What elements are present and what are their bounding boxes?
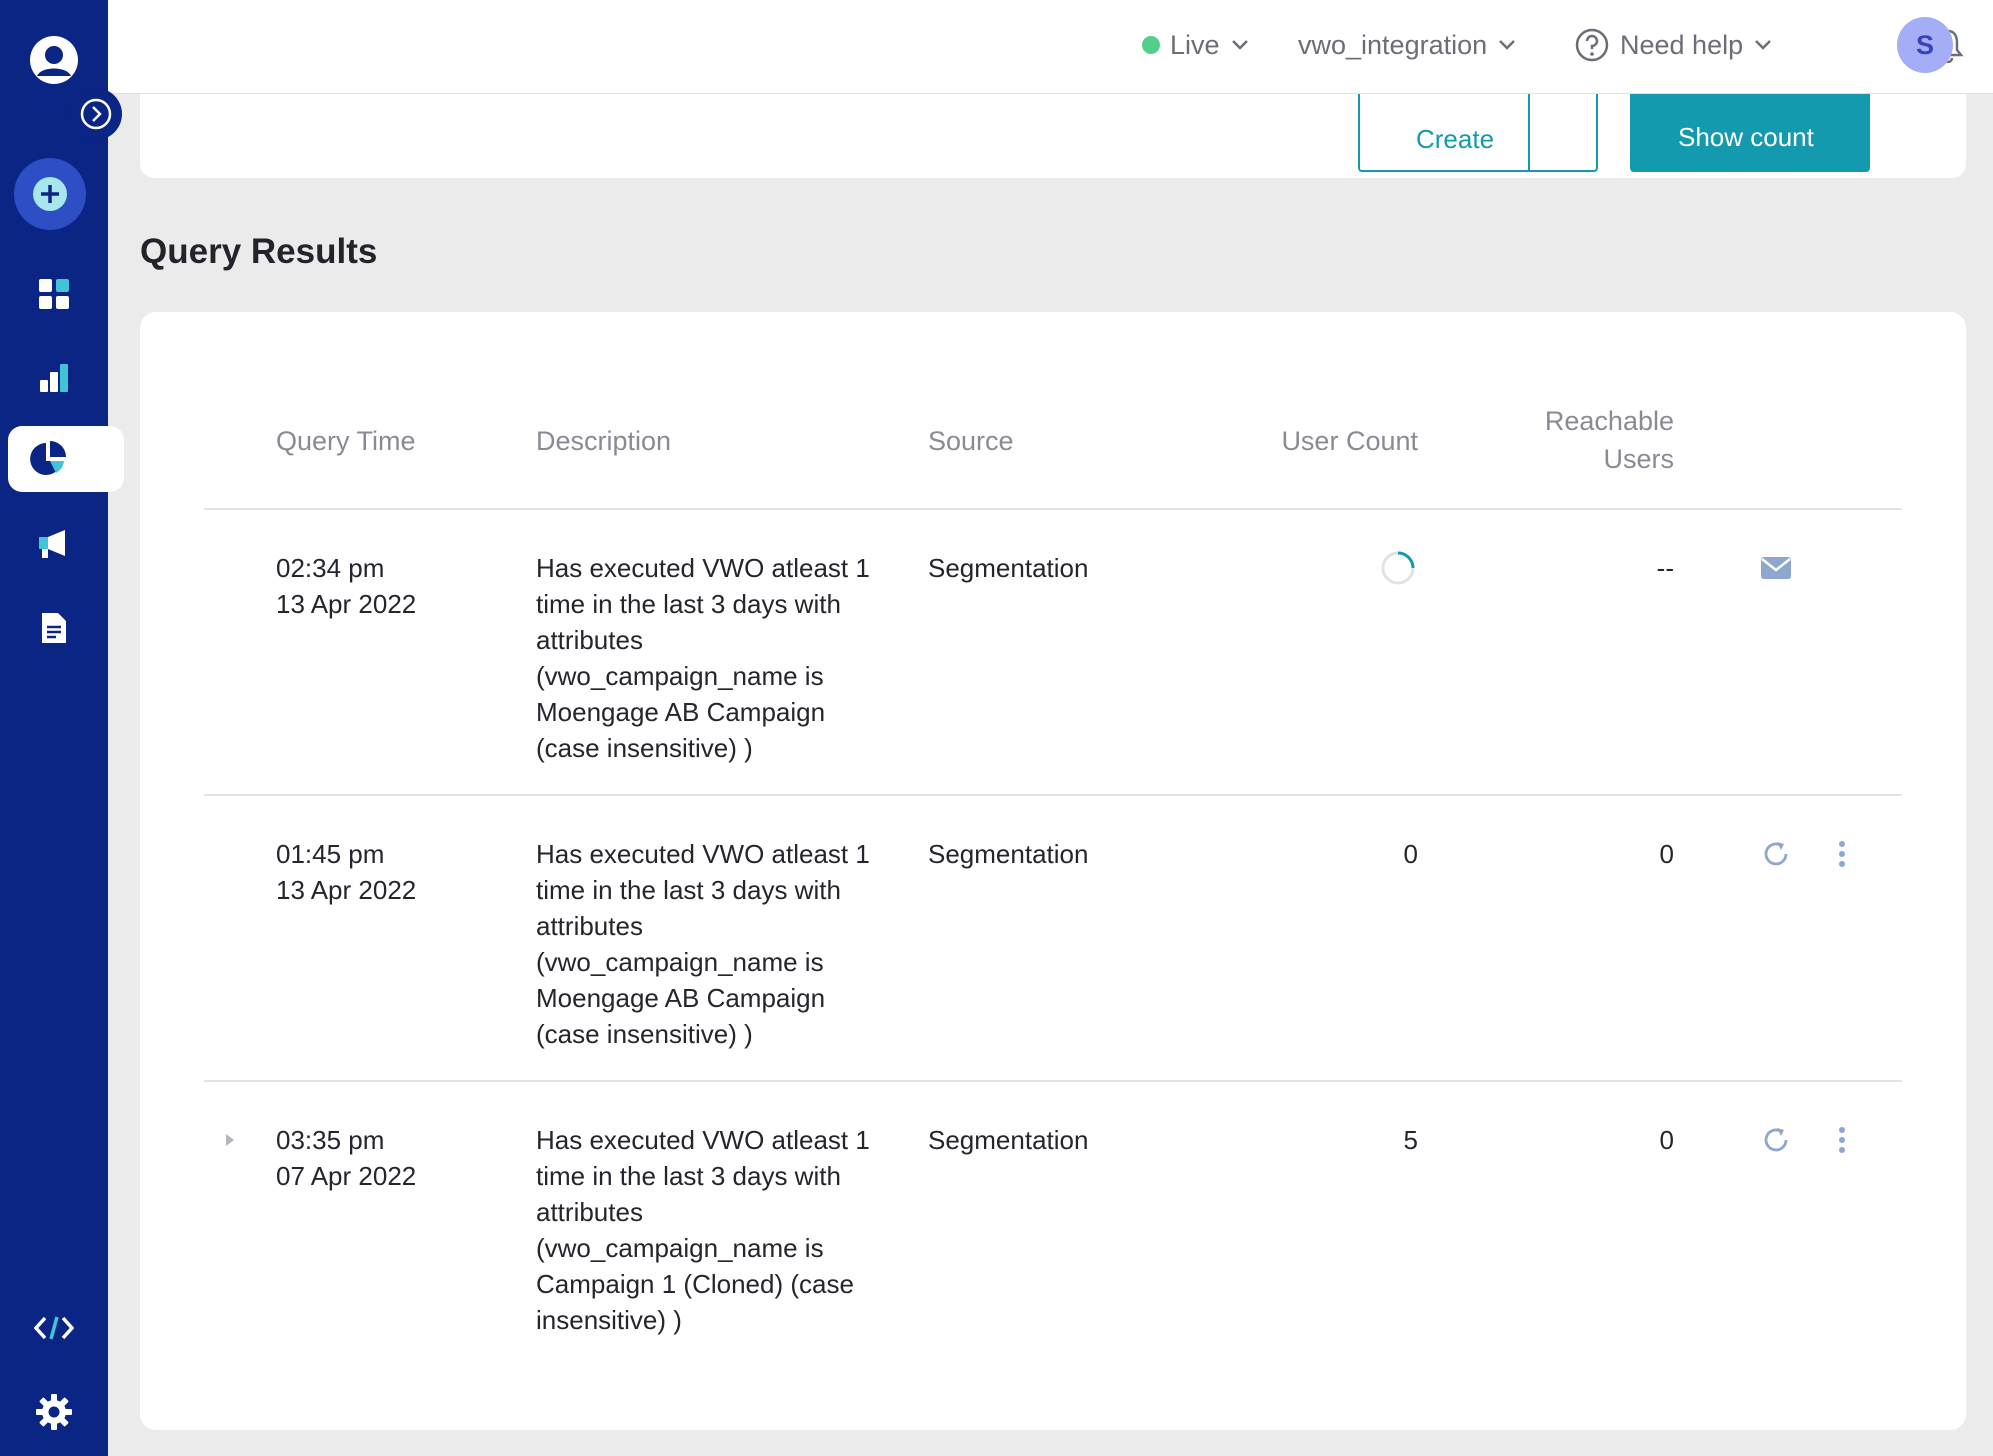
query-results-table: Query Time Description Source User Count… <box>140 312 1966 1430</box>
segment-icon <box>30 441 66 475</box>
environment-selector[interactable]: Live <box>1142 0 1250 90</box>
column-header-description: Description <box>536 426 672 456</box>
query-time: 01:45 pm <box>276 839 385 869</box>
source-cell: Segmentation <box>928 553 1089 583</box>
create-button-divider <box>1528 92 1530 170</box>
avatar[interactable]: S <box>1897 17 1953 73</box>
help-icon <box>1575 28 1609 62</box>
column-header-query-time: Query Time <box>276 426 416 456</box>
user-count-cell: 0 <box>1403 839 1418 869</box>
query-time-cell: 03:35 pm 07 Apr 2022 <box>276 1122 416 1194</box>
environment-label: Live <box>1170 29 1220 60</box>
description-cell: Has executed VWO atleast 1 time in the l… <box>536 553 870 763</box>
more-options-icon[interactable] <box>1830 1118 1854 1162</box>
chevron-down-icon <box>1231 40 1248 50</box>
query-time-cell: 02:34 pm 13 Apr 2022 <box>276 550 416 622</box>
chevron-down-icon <box>1755 40 1771 50</box>
settings-icon[interactable] <box>0 1370 108 1454</box>
expand-sidebar-button[interactable] <box>70 88 122 140</box>
add-button[interactable] <box>14 158 86 230</box>
refresh-icon[interactable] <box>1756 834 1796 874</box>
dashboard-icon[interactable] <box>0 252 108 336</box>
source-cell: Segmentation <box>928 839 1089 869</box>
sidebar-item-segments[interactable] <box>8 426 124 492</box>
email-icon[interactable] <box>1756 550 1796 586</box>
show-count-label: Show count <box>1678 122 1814 152</box>
content-icon[interactable] <box>0 586 108 670</box>
query-date: 07 Apr 2022 <box>276 1161 417 1191</box>
description-cell: Has executed VWO atleast 1 time in the l… <box>536 1125 870 1335</box>
expand-row-icon[interactable] <box>218 1128 242 1152</box>
workspace-selector[interactable]: vwo_integration <box>1298 0 1517 90</box>
row-divider <box>204 1080 1902 1082</box>
campaign-icon[interactable] <box>0 502 108 586</box>
page-title: Query Results <box>140 232 378 271</box>
help-label: Need help <box>1620 29 1744 60</box>
create-button[interactable]: Create <box>1358 90 1598 172</box>
show-count-button[interactable]: Show count <box>1630 90 1870 172</box>
top-bar: Live vwo_integration Need help S <box>108 0 1993 94</box>
create-button-label: Create <box>1416 124 1495 154</box>
description-cell: Has executed VWO atleast 1 time in the l… <box>536 839 870 1049</box>
reachable-users-cell: 0 <box>1659 839 1674 869</box>
chevron-down-icon <box>1499 40 1516 50</box>
sidebar <box>0 0 124 1456</box>
query-time: 02:34 pm <box>276 553 385 583</box>
chevron-right-icon <box>80 98 112 130</box>
column-header-source: Source <box>928 426 1014 456</box>
user-count-cell: 5 <box>1403 1125 1418 1155</box>
column-header-reachable-line1: Reachable <box>1544 406 1674 436</box>
developer-icon[interactable] <box>0 1286 108 1370</box>
analytics-icon[interactable] <box>0 336 108 420</box>
add-icon <box>33 177 67 211</box>
column-header-user-count: User Count <box>1281 426 1418 456</box>
refresh-icon[interactable] <box>1756 1120 1796 1160</box>
column-header-reachable-users: Reachable Users <box>1460 402 1674 478</box>
header-divider <box>204 508 1902 510</box>
more-options-icon[interactable] <box>1830 832 1854 876</box>
live-status-dot <box>1142 36 1160 54</box>
source-cell: Segmentation <box>928 1125 1089 1155</box>
query-time: 03:35 pm <box>276 1125 385 1155</box>
loading-spinner-icon <box>1378 548 1418 588</box>
workspace-label: vwo_integration <box>1298 29 1488 60</box>
reachable-users-cell: -- <box>1656 553 1674 583</box>
query-date: 13 Apr 2022 <box>276 589 417 619</box>
query-date: 13 Apr 2022 <box>276 875 417 905</box>
reachable-users-cell: 0 <box>1659 1125 1674 1155</box>
query-time-cell: 01:45 pm 13 Apr 2022 <box>276 836 416 908</box>
help-menu[interactable]: Need help <box>1574 0 1773 90</box>
row-divider <box>204 794 1902 796</box>
column-header-reachable-line2: Users <box>1603 444 1674 474</box>
